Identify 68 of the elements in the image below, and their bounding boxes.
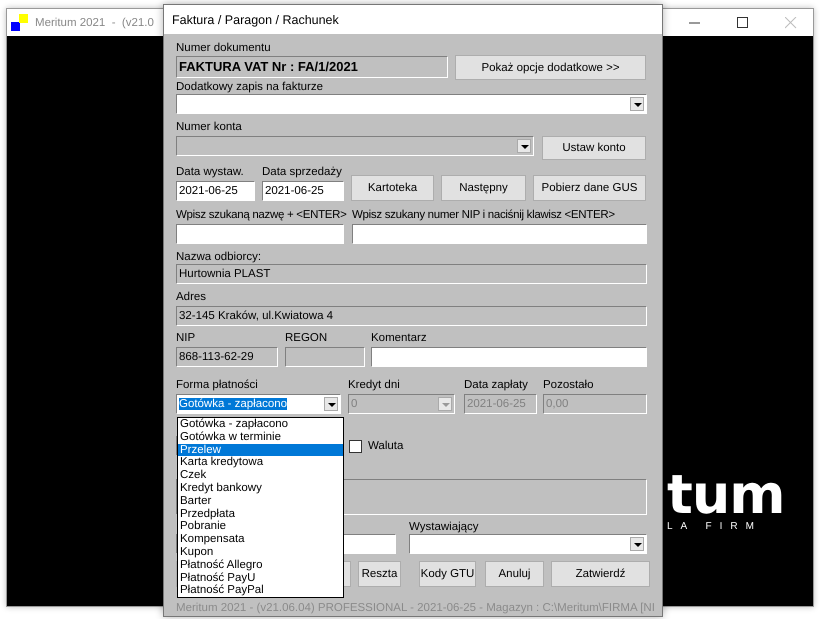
note-combobox[interactable] (176, 94, 647, 114)
date-field[interactable]: 2021-06-25 (176, 181, 255, 201)
payment-date-field: 2021-06-25 (464, 394, 537, 414)
caret-icon (324, 397, 338, 411)
dropdown-option[interactable]: Płatność PayPal (178, 584, 343, 598)
nip-field: 868-113-62-29 (176, 347, 278, 367)
remaining-field: 0,00 (543, 394, 647, 414)
dropdown-option[interactable]: Płatność Allegro (178, 558, 343, 572)
dropdown-option[interactable]: Czek (178, 469, 343, 482)
action-button[interactable]: Kody GTU (419, 561, 476, 587)
currency-checkbox[interactable] (349, 440, 362, 452)
window-title: Meritum 2021 - (v21.0 (35, 16, 154, 28)
dropdown-option[interactable]: Kompensata (178, 533, 343, 546)
dropdown-option[interactable]: Barter (178, 494, 343, 508)
field-label: Data zapłaty (464, 378, 529, 392)
field-label: Wpisz szukaną nazwę + <ENTER> (176, 208, 347, 222)
dropdown-option[interactable]: Płatność PayU (178, 572, 343, 584)
field-label: Data sprzedaży (262, 165, 343, 179)
comment-field[interactable] (371, 347, 647, 367)
field-label: Wystawiający (409, 520, 480, 534)
field-label: Pozostało (543, 378, 595, 392)
dropdown-option[interactable]: Karta kredytowa (178, 456, 343, 470)
field-label: Numer dokumentu (176, 41, 271, 55)
recipient-field: Hurtownia PLAST (176, 264, 647, 284)
action-button[interactable]: Następny (441, 175, 526, 201)
dialog-title: Faktura / Paragon / Rachunek (172, 12, 339, 26)
dropdown-option[interactable]: Przelew (178, 444, 343, 456)
action-button[interactable]: Anuluj (485, 561, 544, 587)
action-button[interactable]: Kartoteka (351, 175, 434, 201)
issuer-combobox[interactable] (409, 534, 647, 554)
date-field[interactable]: 2021-06-25 (262, 181, 344, 201)
search-field[interactable] (176, 224, 344, 244)
field-label: REGON (285, 331, 328, 345)
field-label: Numer konta (176, 120, 242, 134)
app-icon (11, 14, 29, 32)
action-button[interactable]: Reszta (358, 561, 401, 587)
caret-icon (630, 97, 644, 111)
more-options-button[interactable]: Pokaż opcje dodatkowe >> (455, 55, 646, 80)
payment-combobox[interactable]: Gotówka - zapłacono (176, 394, 341, 414)
dropdown-option[interactable]: Kupon (178, 546, 343, 559)
field-label: Wpisz szukany numer NIP i naciśnij klawisz <ENTER> (352, 208, 615, 222)
dropdown-option[interactable]: Gotówka - zapłacono (178, 418, 343, 431)
action-button[interactable]: Zatwierdź (551, 561, 650, 587)
dropdown-option[interactable]: Kredyt bankowy (178, 482, 343, 495)
combobox-value: Gotówka - zapłacono (179, 398, 288, 410)
field-label: Data wystaw. (176, 165, 245, 179)
field-label: Dodatkowy zapis na fakturze (176, 80, 324, 94)
logo-tagline: LA FIRM (667, 521, 763, 532)
field-label: NIP (176, 331, 196, 345)
logo-text: tum (667, 467, 785, 523)
dropdown-option[interactable]: Pobranie (178, 520, 343, 534)
caret-icon (630, 537, 644, 551)
caret-icon (517, 139, 531, 153)
search-field[interactable] (352, 224, 647, 244)
address-field: 32-145 Kraków, ul.Kwiatowa 4 (176, 306, 647, 326)
dropdown-option[interactable]: Gotówka w terminie (178, 430, 343, 444)
field-label: Komentarz (371, 331, 428, 345)
field-label: Adres (176, 290, 206, 304)
dropdown-option[interactable]: Przedpłata (178, 508, 343, 520)
maximize-icon[interactable] (737, 16, 749, 28)
field-label: Forma płatności (176, 378, 259, 392)
caret-icon (438, 397, 452, 411)
set-account-button[interactable]: Ustaw konto (542, 136, 646, 160)
checkbox-label: Waluta (368, 439, 404, 453)
field-label: Kredyt dni (348, 378, 401, 392)
document-number-field: FAKTURA VAT Nr : FA/1/2021 (176, 56, 448, 78)
field-label: Nazwa odbiorcy: (176, 250, 262, 264)
action-button[interactable]: Pobierz dane GUS (533, 175, 646, 201)
